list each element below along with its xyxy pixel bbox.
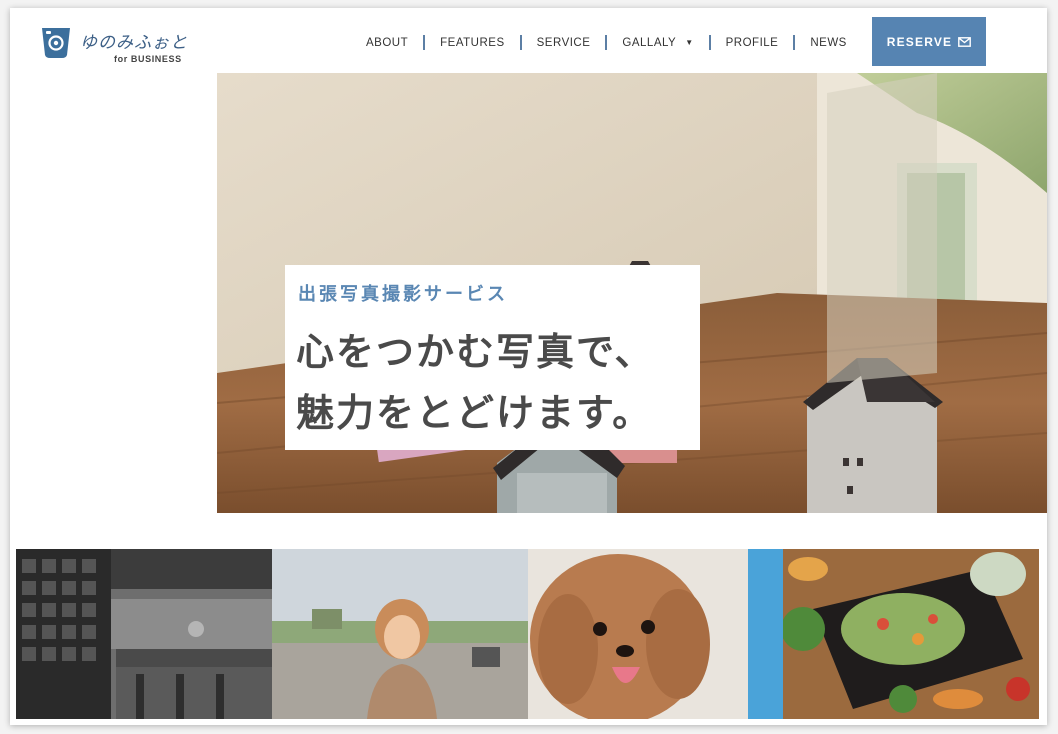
hero-image: 出張写真撮影サービス 心をつかむ写真で、 魅力をとどけます。 [217,73,1047,513]
nav-gallaly[interactable]: GALLALY ▼ [622,37,693,49]
gallery-strip [16,549,1039,719]
envelope-icon [958,36,972,47]
logo-text: ゆのみふぉと [80,33,188,53]
nav-divider [519,35,522,50]
logo-subtitle: for BUSINESS [114,54,182,64]
nav-about[interactable]: ABOUT [366,37,408,49]
hero-headline-line1: 心をつかむ写真で、 [296,330,655,374]
gallery-item-portrait[interactable] [271,549,528,719]
gallery-item-salad[interactable] [783,549,1039,719]
caret-down-icon: ▼ [685,38,694,47]
hero-text-card: 出張写真撮影サービス 心をつかむ写真で、 魅力をとどけます。 [285,265,700,450]
nav-features[interactable]: FEATURES [440,37,505,49]
nav-divider [793,35,796,50]
nav-gallaly-label: GALLALY [622,36,677,49]
browser-page: ゆのみふぉと for BUSINESS ABOUT FEATURES SERVI… [10,8,1047,725]
gallery-item-restaurant[interactable] [16,549,272,719]
hero-headline-line2: 魅力をとどけます。 [296,391,653,435]
reserve-label: RESERVE [886,34,953,49]
hero-subtitle: 出張写真撮影サービス [298,284,508,305]
gallery-item-dog[interactable] [527,549,784,719]
nav-service[interactable]: SERVICE [537,37,591,49]
main-nav: ABOUT FEATURES SERVICE GALLALY ▼ PROFILE… [366,35,847,50]
cup-camera-icon [42,28,70,58]
nav-news[interactable]: NEWS [810,37,847,49]
site-logo[interactable]: ゆのみふぉと for BUSINESS [40,22,240,72]
nav-divider [708,35,711,50]
nav-divider [423,35,426,50]
reserve-button[interactable]: RESERVE [872,17,986,66]
nav-divider [605,35,608,50]
nav-profile[interactable]: PROFILE [726,37,779,49]
